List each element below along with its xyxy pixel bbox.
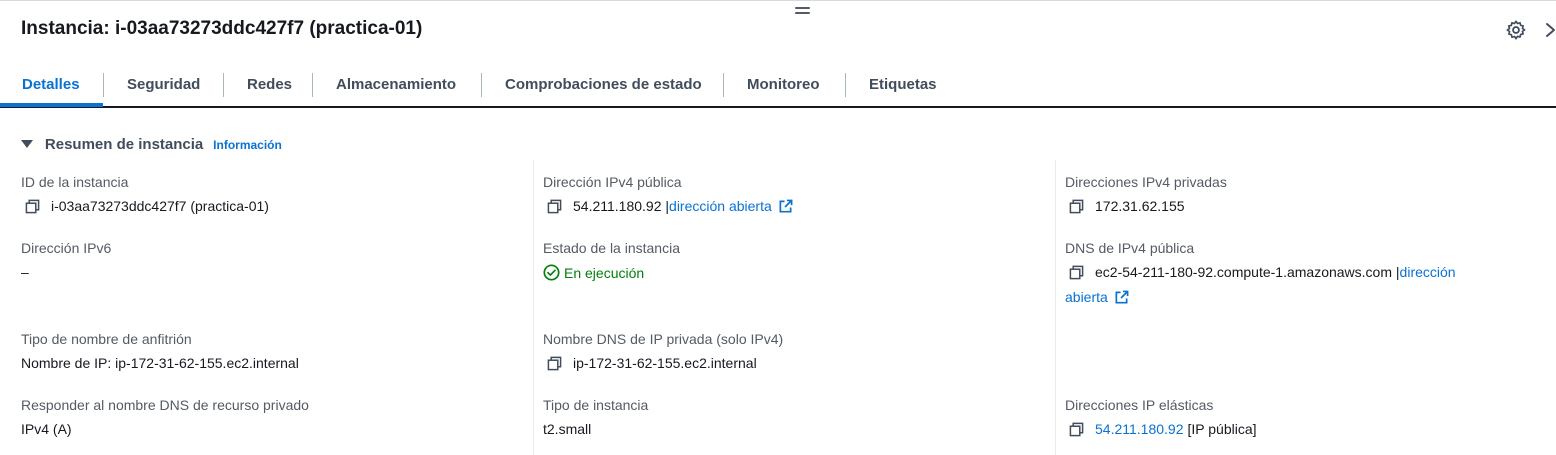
instance-state-value: En ejecución — [543, 264, 644, 281]
copy-icon[interactable] — [1069, 422, 1084, 437]
tab-divider — [103, 73, 104, 97]
copy-icon[interactable] — [25, 199, 40, 214]
resource-dns-label: Responder al nombre DNS de recurso priva… — [21, 397, 309, 413]
private-dns-label: Nombre DNS de IP privada (solo IPv4) — [543, 331, 784, 347]
instance-id-label: ID de la instancia — [21, 174, 129, 190]
hostname-type-label: Tipo de nombre de anfitrión — [21, 331, 192, 347]
resource-dns-value: IPv4 (A) — [21, 421, 72, 437]
open-dns-link[interactable]: dirección — [1400, 264, 1456, 280]
public-dns-label: DNS de IPv4 pública — [1065, 240, 1195, 256]
elastic-ip-label: Direcciones IP elásticas — [1065, 397, 1214, 413]
external-link-icon[interactable] — [778, 199, 793, 214]
instance-id-text: i-03aa73273ddc427f7 (practica-01) — [51, 198, 269, 214]
top-border — [0, 0, 1556, 1]
copy-icon[interactable] — [547, 199, 562, 214]
active-tab-indicator — [0, 103, 103, 107]
tab-bar: Detalles Seguridad Redes Almacenamiento … — [0, 66, 1556, 108]
external-link-icon[interactable] — [1114, 290, 1129, 305]
check-circle-icon — [543, 264, 560, 281]
instance-type-value: t2.small — [543, 421, 592, 437]
tabs-bottom-border — [0, 106, 1556, 108]
private-ipv4-value: 172.31.62.155 — [1065, 198, 1185, 214]
tab-redes[interactable]: Redes — [247, 66, 292, 106]
private-dns-value: ip-172-31-62-155.ec2.internal — [543, 355, 757, 371]
instance-id-value: i-03aa73273ddc427f7 (practica-01) — [21, 198, 269, 214]
copy-icon[interactable] — [1069, 265, 1084, 280]
public-dns-text: ec2-54-211-180-92.compute-1.amazonaws.co… — [1095, 264, 1400, 280]
section-header[interactable]: Resumen de instancia Información — [21, 136, 282, 154]
public-dns-value: ec2-54-211-180-92.compute-1.amazonaws.co… — [1065, 264, 1456, 280]
column-divider — [1055, 160, 1056, 455]
public-ipv4-label: Dirección IPv4 pública — [543, 174, 682, 190]
open-dns-link-continued[interactable]: abierta — [1065, 289, 1108, 305]
instance-state-text: En ejecución — [564, 264, 645, 281]
tab-divider — [845, 73, 846, 97]
column-divider — [533, 160, 534, 455]
public-ipv4-text: 54.211.180.92 | — [573, 198, 670, 214]
tab-divider — [312, 73, 313, 97]
tab-divider — [723, 73, 724, 97]
ipv6-label: Dirección IPv6 — [21, 240, 112, 256]
tab-divider — [223, 73, 224, 97]
instance-type-label: Tipo de instancia — [543, 397, 649, 413]
elastic-ip-value: 54.211.180.92 [IP pública] — [1065, 421, 1257, 437]
chevron-right-icon[interactable] — [1544, 20, 1556, 40]
elastic-ip-link[interactable]: 54.211.180.92 — [1095, 421, 1184, 437]
page-title: Instancia: i-03aa73273ddc427f7 (practica… — [21, 18, 423, 39]
open-address-link[interactable]: dirección abierta — [669, 198, 772, 214]
tab-monitoreo[interactable]: Monitoreo — [747, 66, 820, 106]
drag-handle-icon[interactable] — [795, 7, 810, 16]
caret-down-icon[interactable] — [21, 140, 33, 148]
tab-comprobaciones-de-estado[interactable]: Comprobaciones de estado — [505, 66, 702, 106]
public-dns-value-line2: abierta — [1065, 289, 1129, 305]
instance-state-label: Estado de la instancia — [543, 240, 680, 256]
copy-icon[interactable] — [1069, 199, 1084, 214]
private-ipv4-text: 172.31.62.155 — [1095, 198, 1185, 214]
info-link[interactable]: Información — [213, 138, 282, 152]
private-dns-text: ip-172-31-62-155.ec2.internal — [573, 355, 757, 371]
section-title: Resumen de instancia — [44, 136, 204, 153]
tab-detalles[interactable]: Detalles — [22, 66, 80, 106]
tab-divider — [481, 73, 482, 97]
hostname-type-value: Nombre de IP: ip-172-31-62-155.ec2.inter… — [21, 355, 299, 371]
private-ipv4-label: Direcciones IPv4 privadas — [1065, 174, 1227, 190]
tab-almacenamiento[interactable]: Almacenamiento — [336, 66, 456, 106]
ipv6-value: – — [21, 264, 29, 280]
tab-etiquetas[interactable]: Etiquetas — [869, 66, 937, 106]
elastic-ip-suffix: [IP pública] — [1187, 421, 1257, 437]
copy-icon[interactable] — [547, 356, 562, 371]
public-ipv4-value: 54.211.180.92 | dirección abierta — [543, 198, 793, 214]
gear-icon[interactable] — [1505, 19, 1527, 41]
tab-seguridad[interactable]: Seguridad — [127, 66, 200, 106]
